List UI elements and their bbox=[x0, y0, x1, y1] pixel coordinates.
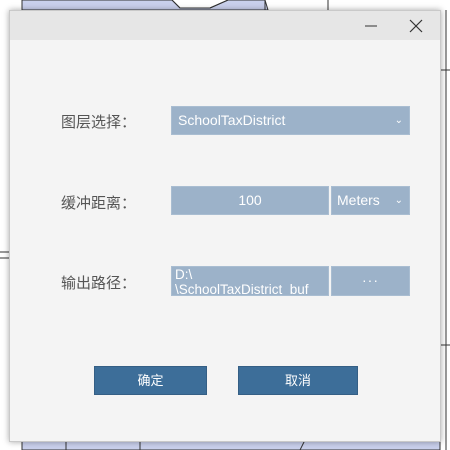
browse-button[interactable]: ··· bbox=[331, 266, 410, 296]
buffer-distance-label: 缓冲距离： bbox=[61, 194, 137, 212]
cancel-button[interactable]: 取消 bbox=[238, 366, 358, 395]
output-path-line-2: \SchoolTaxDistrict_buf bbox=[175, 282, 309, 296]
output-path-label: 输出路径： bbox=[61, 274, 137, 292]
chevron-down-icon: ⌄ bbox=[394, 195, 403, 206]
buffer-dialog: 图层选择： SchoolTaxDistrict ⌄ 缓冲距离： 100 Mete… bbox=[9, 10, 441, 442]
layer-select[interactable]: SchoolTaxDistrict ⌄ bbox=[171, 106, 410, 135]
minimize-icon bbox=[365, 25, 377, 26]
minimize-button[interactable] bbox=[349, 11, 393, 40]
title-bar[interactable] bbox=[10, 11, 440, 40]
output-path-input[interactable]: D:\ \SchoolTaxDistrict_buf bbox=[171, 266, 329, 296]
output-path-line-1: D:\ bbox=[175, 267, 193, 282]
layer-select-value: SchoolTaxDistrict bbox=[178, 112, 286, 128]
buffer-distance-input[interactable]: 100 bbox=[171, 186, 329, 215]
close-icon bbox=[409, 19, 423, 32]
ok-button[interactable]: 确定 bbox=[94, 366, 207, 395]
layer-select-label: 图层选择： bbox=[61, 113, 137, 131]
chevron-down-icon: ⌄ bbox=[394, 115, 403, 126]
unit-select[interactable]: Meters ⌄ bbox=[331, 186, 410, 215]
unit-select-value: Meters bbox=[337, 192, 380, 208]
close-button[interactable] bbox=[394, 11, 438, 40]
